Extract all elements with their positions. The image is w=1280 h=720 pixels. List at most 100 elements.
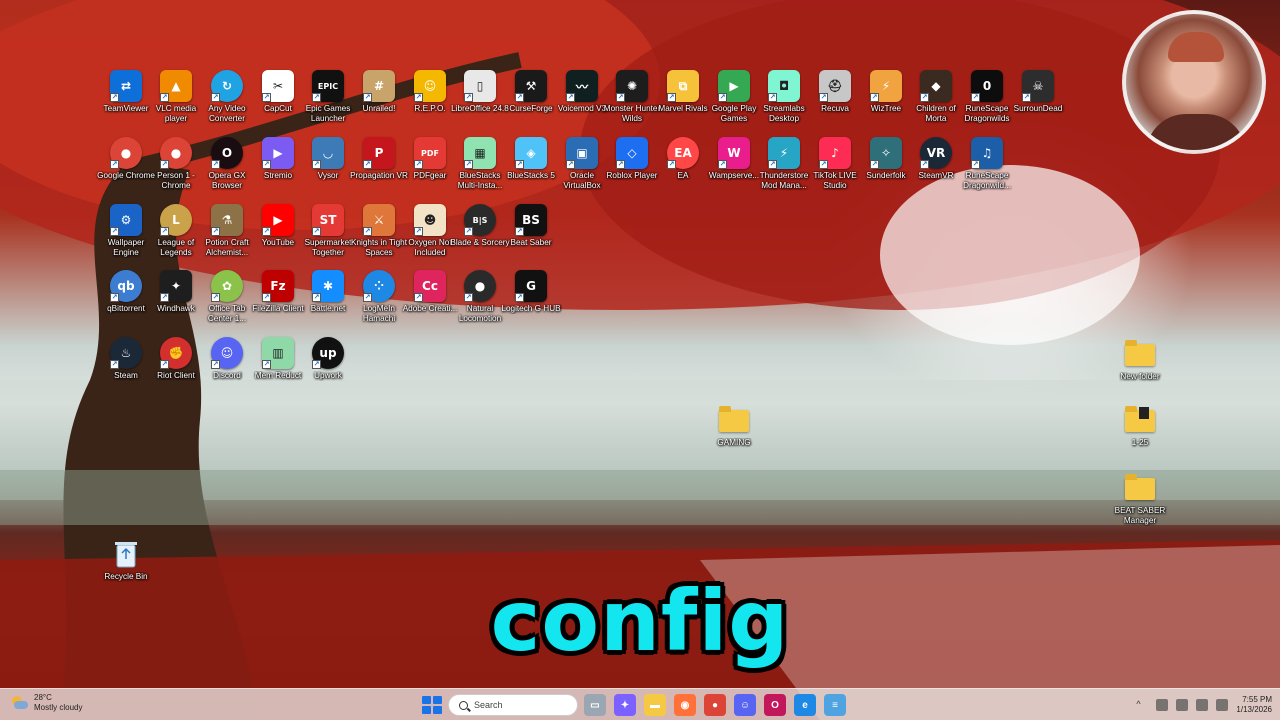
weather-widget[interactable]: 28°C Mostly cloudy [10, 693, 82, 713]
steamvr-icon: VR ↗ [920, 137, 952, 169]
file-explorer-icon[interactable]: ▬ [644, 694, 666, 716]
shortcut-arrow-icon: ↗ [515, 227, 524, 236]
mem-reduct-icon: ▥ ↗ [262, 337, 294, 369]
folder-label: New folder [1120, 372, 1160, 381]
chrome-icon: ● ↗ [110, 137, 142, 169]
folder-icon [1125, 340, 1155, 366]
shortcut-arrow-icon: ↗ [464, 293, 473, 302]
folder-icon [719, 406, 749, 432]
battlenet-icon: ✱ ↗ [312, 270, 344, 302]
taskbar: 28°C Mostly cloudy Search ▭ ✦ ▬ ◉ ● ☺ Oe ≡ ^ 7:… [0, 688, 1280, 720]
shortcut-arrow-icon: ↗ [363, 227, 372, 236]
vysor-icon: ◡ ↗ [312, 137, 344, 169]
natural-locomotion-icon: ● ↗ [464, 270, 496, 302]
search-icon [459, 700, 468, 710]
shortcut-arrow-icon: ↗ [160, 227, 169, 236]
desktop-shortcut-runescape-dragonwilds-music[interactable]: ♫ ↗ RuneScape Dragonwild... [957, 137, 1017, 199]
chrome-profile-icon: ● ↗ [160, 137, 192, 169]
shortcut-label: Beat Saber [510, 238, 552, 247]
shortcut-arrow-icon: ↗ [1022, 93, 1031, 102]
shortcut-label: SurrounDead [1013, 104, 1063, 113]
pinned-apps: ▭ ✦ ▬ ◉ ● ☺ Oe ≡ [584, 694, 846, 716]
volume-icon[interactable] [1196, 699, 1209, 711]
shortcut-arrow-icon: ↗ [566, 93, 575, 102]
shortcut-arrow-icon: ↗ [363, 160, 372, 169]
knights-tight-spaces-icon: ⚔ ↗ [363, 204, 395, 236]
shortcut-arrow-icon: ↗ [667, 93, 676, 102]
shortcut-arrow-icon: ↗ [262, 93, 271, 102]
shortcut-arrow-icon: ↗ [515, 93, 524, 102]
battery-icon[interactable] [1216, 699, 1229, 711]
search-placeholder: Search [474, 700, 503, 710]
folder-new-folder[interactable]: New folder [1110, 338, 1170, 400]
folder-beat-saber-manager[interactable]: BEAT SABER Manager [1110, 472, 1170, 534]
video-caption: config [490, 572, 790, 670]
propagation-vr-icon: P ↗ [363, 137, 395, 169]
desktop-shortcut-surrounddead[interactable]: ☠ ↗ SurrounDead [1008, 70, 1068, 132]
folder-icon [1125, 406, 1155, 432]
system-tray: ^ 7:55 PM 1/13/2026 [1136, 693, 1272, 717]
shortcut-arrow-icon: ↗ [211, 160, 220, 169]
youtube-icon: ▶ ↗ [262, 204, 294, 236]
potion-craft-icon: ⚗ ↗ [211, 204, 243, 236]
shortcut-arrow-icon: ↗ [718, 160, 727, 169]
ea-icon: EA ↗ [667, 137, 699, 169]
children-of-morta-icon: ◆ ↗ [920, 70, 952, 102]
start-button[interactable] [420, 694, 442, 716]
folder-gaming[interactable]: GAMING [704, 404, 764, 466]
desktop-shortcut-upwork[interactable]: up ↗ Upwork [298, 337, 358, 399]
shortcut-arrow-icon: ↗ [616, 160, 625, 169]
stremio-icon: ▶ ↗ [262, 137, 294, 169]
folder-1-25[interactable]: 1-25 [1110, 404, 1170, 466]
copilot-icon[interactable]: ✦ [614, 694, 636, 716]
chrome-icon[interactable]: ● [704, 694, 726, 716]
shortcut-arrow-icon: ↗ [110, 293, 119, 302]
firefox-icon[interactable]: ◉ [674, 694, 696, 716]
shortcut-arrow-icon: ↗ [363, 293, 372, 302]
shortcut-arrow-icon: ↗ [515, 160, 524, 169]
chevron-up-icon[interactable]: ^ [1136, 699, 1148, 711]
taskbar-search[interactable]: Search [448, 694, 578, 716]
shortcut-arrow-icon: ↗ [819, 160, 828, 169]
thunderstore-icon: ⚡ ↗ [768, 137, 800, 169]
shortcut-arrow-icon: ↗ [262, 160, 271, 169]
capcut-icon: ✂ ↗ [262, 70, 294, 102]
shortcut-arrow-icon: ↗ [110, 160, 119, 169]
office-tab-icon: ✿ ↗ [211, 270, 243, 302]
unrailed-icon: # ↗ [363, 70, 395, 102]
riot-client-icon: ✊ ↗ [160, 337, 192, 369]
steam-icon: ♨ ↗ [110, 337, 142, 369]
qbittorrent-icon: qb ↗ [110, 270, 142, 302]
shortcut-arrow-icon: ↗ [312, 93, 321, 102]
shortcut-arrow-icon: ↗ [211, 360, 220, 369]
opera-gx-icon[interactable]: O [764, 694, 786, 716]
shortcut-arrow-icon: ↗ [414, 160, 423, 169]
shortcut-arrow-icon: ↗ [414, 227, 423, 236]
shortcut-arrow-icon: ↗ [566, 160, 575, 169]
desktop-shortcut-logitech-ghub[interactable]: G ↗ Logitech G HUB [501, 270, 561, 332]
any-video-converter-icon: ↻ ↗ [211, 70, 243, 102]
shortcut-arrow-icon: ↗ [920, 93, 929, 102]
blade-sorcery-icon: B|S ↗ [464, 204, 496, 236]
wallpaper-engine-icon: ⚙ ↗ [110, 204, 142, 236]
filezilla-icon: Fz ↗ [262, 270, 294, 302]
shortcut-arrow-icon: ↗ [110, 360, 119, 369]
shortcut-arrow-icon: ↗ [768, 93, 777, 102]
sunderfolk-icon: ✧ ↗ [870, 137, 902, 169]
notepad-icon[interactable]: ≡ [824, 694, 846, 716]
wifi-icon[interactable] [1176, 699, 1189, 711]
shortcut-arrow-icon: ↗ [515, 293, 524, 302]
shortcut-arrow-icon: ↗ [211, 293, 220, 302]
shortcut-arrow-icon: ↗ [262, 227, 271, 236]
edge-icon[interactable]: e [794, 694, 816, 716]
desktop-shortcut-beat-saber[interactable]: BS ↗ Beat Saber [501, 204, 561, 266]
task-view-icon[interactable]: ▭ [584, 694, 606, 716]
roblox-icon: ◇ ↗ [616, 137, 648, 169]
shortcut-arrow-icon: ↗ [110, 93, 119, 102]
repo-icon: ☺ ↗ [414, 70, 446, 102]
taskbar-center: Search ▭ ✦ ▬ ◉ ● ☺ Oe ≡ [420, 693, 846, 717]
clock[interactable]: 7:55 PM 1/13/2026 [1236, 695, 1272, 715]
shortcut-arrow-icon: ↗ [312, 293, 321, 302]
tray-app-icon[interactable] [1156, 699, 1169, 711]
discord-icon[interactable]: ☺ [734, 694, 756, 716]
